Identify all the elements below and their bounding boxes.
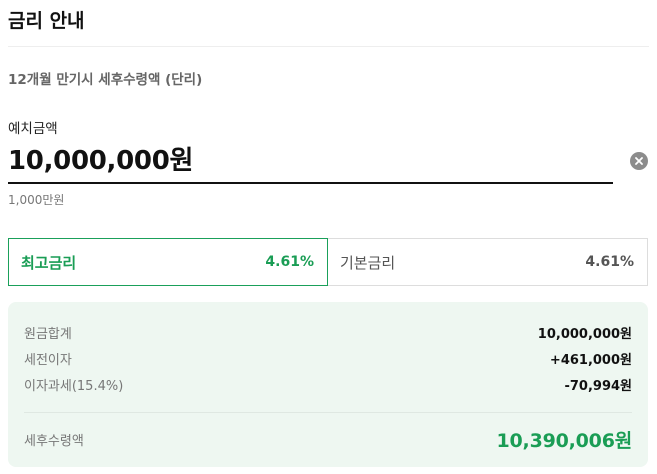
page-title: 금리 안내 bbox=[8, 10, 85, 32]
maturity-subtitle: 12개월 만기시 세후수령액 (단리) bbox=[8, 72, 203, 88]
deposit-amount-hint: 1,000만원 bbox=[8, 193, 65, 207]
summary-value: -70,994원 bbox=[564, 379, 632, 394]
summary-divider bbox=[24, 412, 632, 413]
total-value: 10,390,006원 bbox=[496, 430, 633, 452]
summary-label: 세전이자 bbox=[24, 353, 72, 368]
title-divider bbox=[8, 46, 649, 47]
deposit-amount-field[interactable]: 10,000,000원 bbox=[8, 138, 649, 184]
summary-value: 10,000,000원 bbox=[537, 327, 632, 342]
tab-max-rate-value: 4.61% bbox=[265, 254, 314, 270]
tab-max-rate-label: 최고금리 bbox=[21, 253, 77, 272]
summary-label: 원금합계 bbox=[24, 327, 72, 342]
summary-label: 이자과세(15.4%) bbox=[24, 379, 124, 394]
summary-row-interest-tax: 이자과세(15.4%) -70,994원 bbox=[24, 375, 632, 394]
deposit-label: 예치금액 bbox=[8, 121, 58, 137]
tab-max-rate[interactable]: 최고금리 4.61% bbox=[8, 238, 328, 286]
summary-value: +461,000원 bbox=[549, 353, 632, 368]
total-label: 세후수령액 bbox=[24, 434, 84, 449]
deposit-underline bbox=[8, 182, 613, 184]
tab-base-rate[interactable]: 기본금리 4.61% bbox=[328, 238, 648, 286]
tab-base-rate-value: 4.61% bbox=[585, 254, 634, 270]
summary-row-after-tax-total: 세후수령액 10,390,006원 bbox=[24, 426, 632, 453]
interest-summary-panel: 원금합계 10,000,000원 세전이자 +461,000원 이자과세(15.… bbox=[8, 302, 648, 467]
clear-button[interactable] bbox=[630, 152, 648, 170]
rate-tabs: 최고금리 4.61% 기본금리 4.61% bbox=[8, 238, 648, 286]
summary-row-principal: 원금합계 10,000,000원 bbox=[24, 323, 632, 342]
tab-base-rate-label: 기본금리 bbox=[340, 253, 396, 272]
clear-circle-icon bbox=[635, 157, 643, 165]
deposit-amount-value[interactable]: 10,000,000원 bbox=[8, 140, 193, 177]
summary-row-pretax-interest: 세전이자 +461,000원 bbox=[24, 349, 632, 368]
